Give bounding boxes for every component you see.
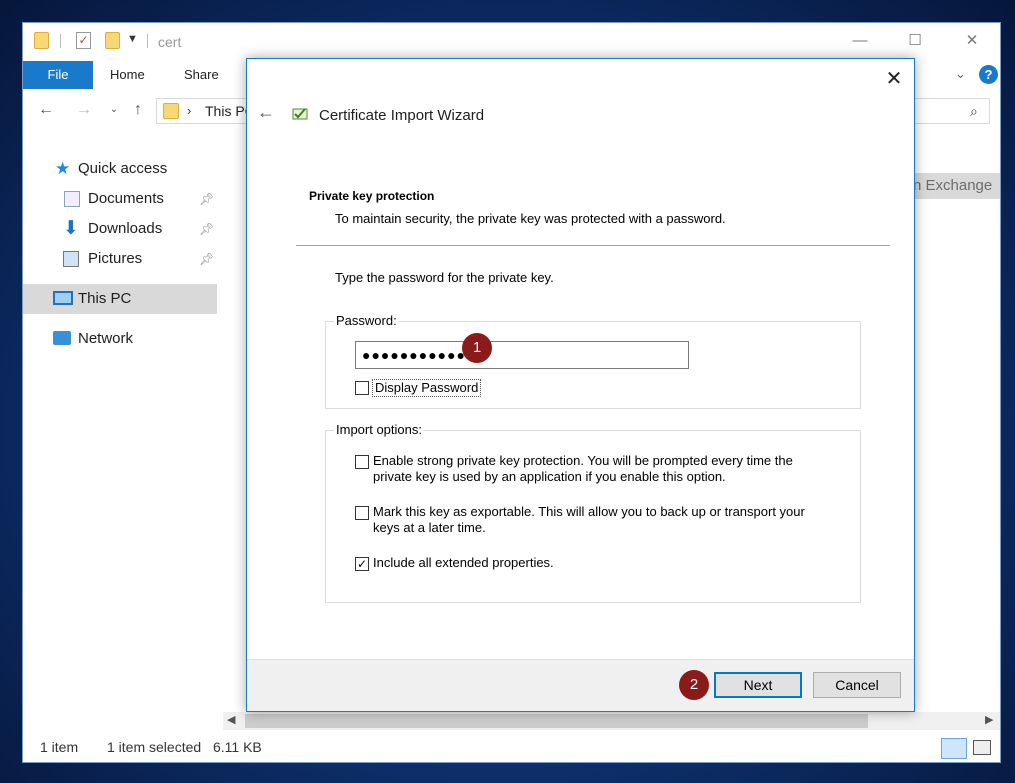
properties-icon[interactable]: ✓ [76,32,91,49]
cancel-button[interactable]: Cancel [813,672,901,698]
up-arrow-icon[interactable]: ↑ [127,99,149,121]
nav-label: This PC [78,290,132,307]
document-icon [64,191,80,207]
nav-quick-access[interactable]: ★ Quick access [23,154,217,184]
tab-file[interactable]: File [23,61,93,89]
item-count: 1 item [40,739,79,755]
details-view-icon[interactable] [941,738,967,759]
pin-icon: 📌︎ [199,222,215,236]
password-field[interactable]: ●●●●●●●●●●● [355,341,689,369]
nav-network[interactable]: Network [23,324,217,354]
dialog-title: Certificate Import Wizard [319,107,485,124]
section-title: Private key protection [309,189,435,203]
computer-icon [53,291,73,305]
large-icons-view-icon[interactable] [973,740,991,755]
password-label: Password: [334,313,399,328]
new-folder-icon[interactable] [105,32,120,49]
title-bar: ✓ ▼ cert — ☐ ✕ [23,23,1000,61]
exportable-checkbox[interactable] [355,506,369,520]
file-list-item[interactable]: n Exchange [913,173,1000,199]
divider [296,245,890,246]
next-button[interactable]: Next [714,672,802,698]
close-button[interactable]: ✕ [949,27,995,55]
nav-label: Quick access [78,160,168,177]
import-options-group: Import options: Enable strong private ke… [325,422,861,603]
window-title: cert [158,34,182,50]
star-icon: ★ [55,159,71,178]
breadcrumb-separator: › [187,103,192,118]
nav-downloads[interactable]: ⬇ Downloads 📌︎ [23,214,217,244]
search-input[interactable]: ⌕ [911,98,990,124]
customize-toolbar-icon[interactable]: ▼ [127,33,138,45]
pictures-icon [63,251,79,267]
dialog-footer: 2 Next Cancel [247,659,914,711]
display-password-label[interactable]: Display Password [372,379,482,397]
back-arrow-icon[interactable]: ← [35,99,57,121]
scroll-right-icon[interactable]: ▶ [985,713,993,726]
toolbar-separator [147,34,148,48]
certificate-icon [291,105,311,123]
folder-icon [163,103,179,119]
step-2-badge: 2 [679,670,709,700]
certificate-import-wizard-dialog: ✕ ← Certificate Import Wizard Private ke… [246,58,915,712]
nav-label: Network [78,330,134,347]
selection-status: 1 item selected [107,739,202,755]
strong-protection-label-line2[interactable]: private key is used by an application if… [373,469,726,485]
toolbar-separator [60,34,61,48]
folder-icon [34,32,49,49]
nav-label: Documents [88,190,164,207]
extended-properties-checkbox[interactable]: ✓ [355,557,369,571]
nav-documents[interactable]: Documents 📌︎ [23,184,217,214]
scroll-left-icon[interactable]: ◀ [227,713,235,726]
strong-protection-checkbox[interactable] [355,455,369,469]
navigation-pane: ★ Quick access Documents 📌︎ ⬇ Downloads … [23,143,241,703]
network-icon [53,331,71,345]
horizontal-scrollbar[interactable]: ◀ ▶ [223,712,1000,730]
status-bar: 1 item 1 item selected 6.11 KB [23,735,1000,762]
password-prompt: Type the password for the private key. [335,270,554,285]
help-icon[interactable]: ? [979,65,998,84]
section-description: To maintain security, the private key wa… [335,211,726,226]
minimize-button[interactable]: — [837,27,883,55]
maximize-button[interactable]: ☐ [892,27,938,55]
step-1-badge: 1 [462,333,492,363]
scrollbar-thumb[interactable] [245,714,868,728]
nav-this-pc[interactable]: This PC [23,284,217,314]
password-group: Password: ●●●●●●●●●●● 1 Display Password [325,313,861,409]
download-icon: ⬇ [63,218,79,239]
forward-arrow-icon[interactable]: → [73,99,95,121]
nav-pictures[interactable]: Pictures 📌︎ [23,244,217,274]
pin-icon: 📌︎ [199,252,215,266]
back-arrow-icon[interactable]: ← [255,101,277,123]
tab-share[interactable]: Share [184,61,219,89]
nav-label: Downloads [88,220,163,237]
strong-protection-label-line1[interactable]: Enable strong private key protection. Yo… [373,453,793,469]
recent-locations-icon[interactable]: ⌄ [103,99,125,121]
dialog-close-button[interactable]: ✕ [879,65,909,93]
search-icon: ⌕ [970,103,978,119]
address-field[interactable]: › This PC [156,98,256,124]
exportable-label-line2[interactable]: keys at a later time. [373,520,486,536]
extended-properties-label[interactable]: Include all extended properties. [373,555,554,571]
import-options-label: Import options: [334,422,424,437]
tab-home[interactable]: Home [110,61,145,89]
selection-size: 6.11 KB [213,739,262,755]
pin-icon: 📌︎ [199,192,215,206]
nav-label: Pictures [88,250,143,267]
expand-ribbon-icon[interactable]: ⌄ [955,66,966,82]
exportable-label-line1[interactable]: Mark this key as exportable. This will a… [373,504,805,520]
display-password-checkbox[interactable] [355,381,369,395]
